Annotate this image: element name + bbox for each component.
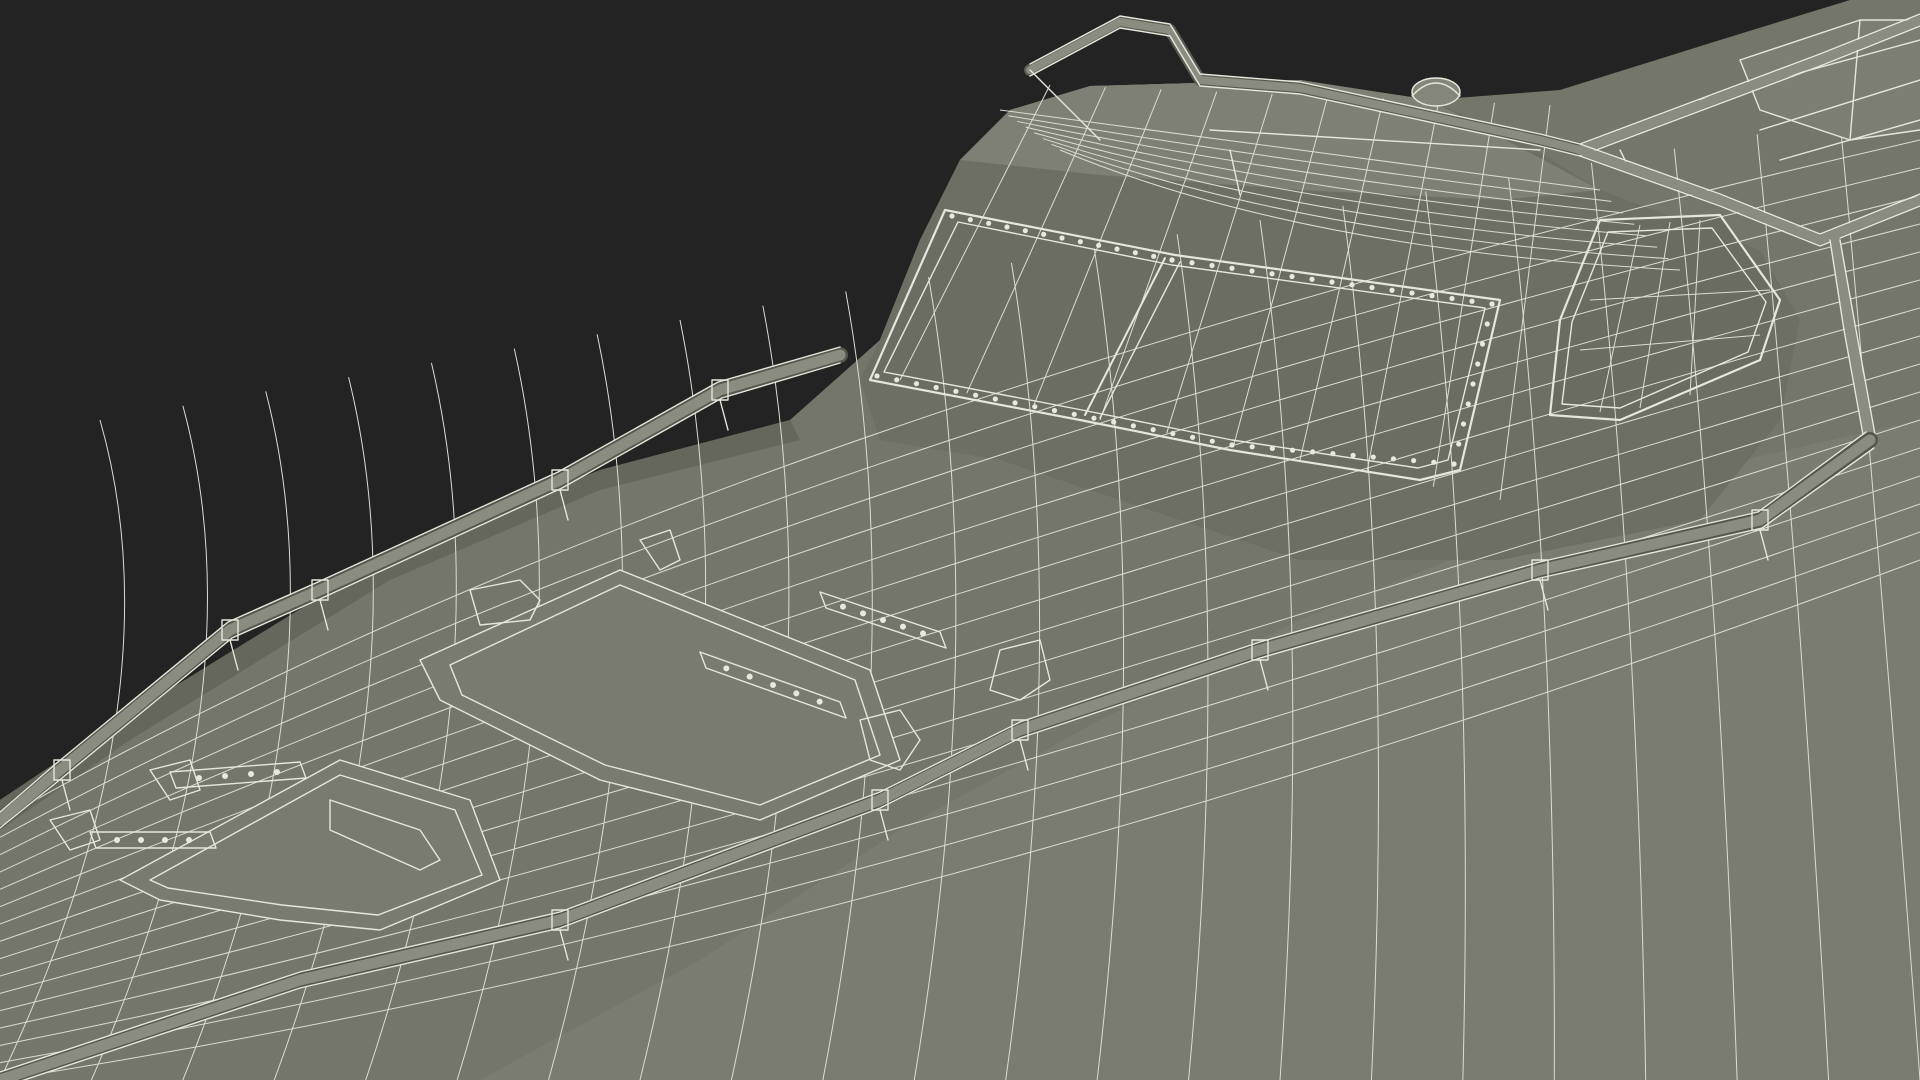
rivet — [1004, 224, 1010, 230]
rivet — [1269, 445, 1275, 452]
rivet — [1059, 235, 1065, 241]
rivet — [1130, 423, 1136, 429]
rivet — [1479, 341, 1486, 347]
rivet — [1369, 284, 1375, 291]
rivet — [1041, 231, 1047, 237]
rivet — [1249, 268, 1255, 274]
rivet — [992, 396, 998, 402]
render-viewport — [0, 0, 1920, 1080]
rivet — [1229, 442, 1235, 448]
rivet — [1071, 411, 1077, 417]
rivet — [973, 392, 979, 398]
wireframe-boat-render — [0, 0, 1920, 1080]
rivet — [1469, 298, 1475, 304]
rivet — [1465, 401, 1471, 407]
rivet — [1169, 257, 1175, 263]
rivet — [1012, 400, 1018, 406]
rivet — [1470, 381, 1476, 387]
rivet — [1409, 290, 1415, 296]
rivet — [1096, 242, 1102, 248]
rivet — [1451, 461, 1457, 467]
rivet — [1310, 449, 1316, 455]
rivet — [1329, 279, 1335, 285]
rivet — [1150, 427, 1156, 433]
rivet — [1289, 273, 1295, 280]
rivet — [1431, 459, 1437, 465]
rivet — [1429, 293, 1435, 299]
rivet — [933, 384, 939, 391]
rivet — [986, 220, 992, 226]
rivet — [874, 373, 880, 379]
rivet — [1350, 452, 1356, 458]
rivet — [913, 381, 920, 387]
rivet — [1189, 434, 1196, 440]
rivet — [1456, 441, 1462, 447]
rivet — [1111, 419, 1117, 425]
rivet — [1209, 262, 1215, 269]
rivet — [1032, 404, 1038, 410]
rivet — [1309, 276, 1315, 282]
rivet — [1077, 239, 1083, 245]
rivet — [1389, 287, 1395, 293]
rivet — [967, 217, 973, 223]
rivet — [1051, 407, 1058, 414]
rivet — [1132, 250, 1138, 256]
rivet — [1170, 430, 1176, 437]
rivet — [1189, 260, 1195, 266]
rivet — [1475, 361, 1481, 367]
rivet — [1411, 457, 1417, 464]
rivet — [1289, 447, 1296, 453]
rivet — [953, 388, 959, 394]
rivet — [1390, 456, 1397, 462]
rivet — [1151, 253, 1157, 259]
rivet — [894, 377, 900, 383]
rivet — [1209, 438, 1215, 444]
rivet — [1091, 415, 1097, 421]
rivet — [1460, 421, 1467, 427]
rivet — [1484, 321, 1490, 327]
rivet — [1114, 246, 1120, 252]
rivet — [1330, 451, 1336, 457]
rivet — [1269, 271, 1275, 277]
rivet — [1249, 444, 1255, 450]
rivet — [1022, 228, 1028, 234]
rivet — [1349, 282, 1355, 288]
rivet — [949, 213, 955, 219]
rivet — [1449, 295, 1455, 302]
rivet — [1489, 301, 1495, 307]
rivet — [1370, 454, 1376, 460]
rivet — [1229, 265, 1235, 271]
